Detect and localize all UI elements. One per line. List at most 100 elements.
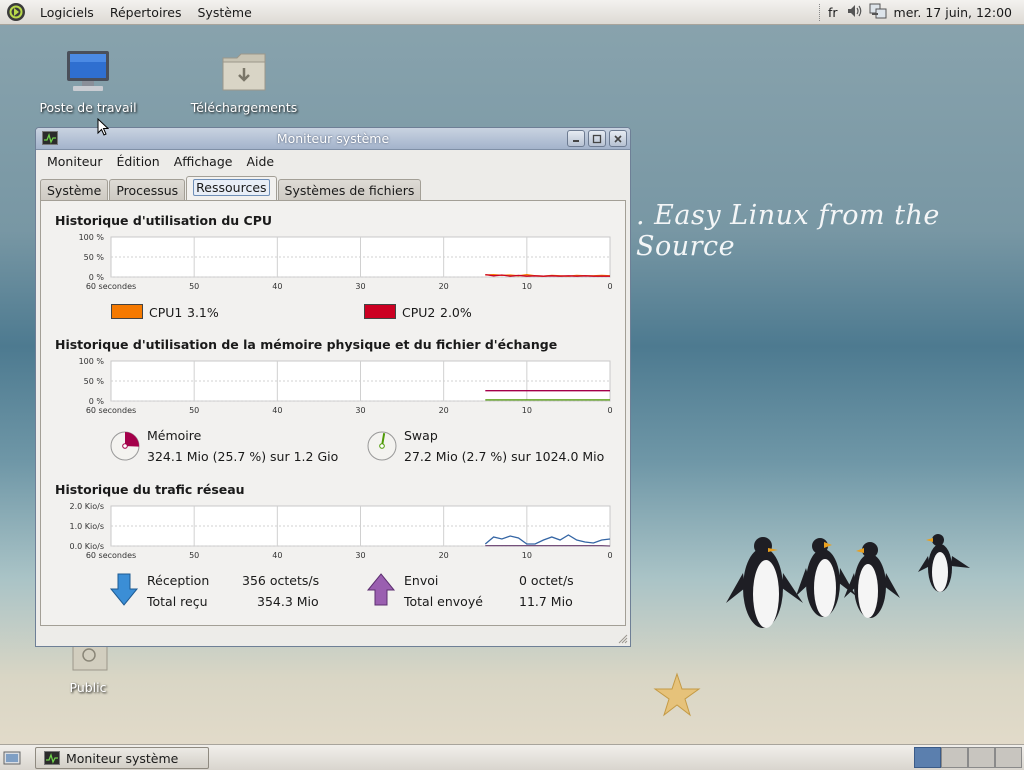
penguin-4	[918, 534, 970, 592]
y-tick-label: 0.0 Kio/s	[70, 542, 105, 551]
wallpaper-tagline: . Easy Linux from the Source	[636, 200, 940, 262]
rx-total-label: Total reçu	[147, 594, 208, 609]
cpu-section-title: Historique d'utilisation du CPU	[55, 213, 273, 228]
tab-systeme[interactable]: Système	[40, 179, 109, 201]
swap-label: Swap	[404, 428, 438, 443]
download-folder-icon	[222, 53, 266, 91]
top-panel: Logiciels Répertoires Système fr mer. 17…	[0, 0, 1024, 25]
bottom-panel: Moniteur système	[0, 744, 1024, 770]
desktop-icon-computer[interactable]: Poste de travail	[33, 48, 143, 115]
maximize-button[interactable]	[588, 130, 606, 147]
y-tick-label: 1.0 Kio/s	[70, 522, 105, 531]
y-tick-label: 50 %	[84, 377, 105, 386]
panel-tray: fr mer. 17 juin, 12:00	[819, 0, 1020, 25]
menu-affichage[interactable]: Affichage	[167, 154, 240, 169]
y-tick-label: 2.0 Kio/s	[70, 502, 105, 511]
x-tick-label: 30	[355, 406, 365, 415]
penguin-3	[844, 542, 900, 618]
close-button[interactable]	[609, 130, 627, 147]
panel-separator	[819, 4, 820, 21]
rx-total: 354.3 Mio	[257, 594, 319, 609]
y-tick-label: 0 %	[89, 273, 105, 282]
x-tick-label: 0	[607, 282, 612, 291]
y-tick-label: 100 %	[79, 357, 105, 366]
computer-icon	[67, 51, 109, 91]
x-tick-label: 50	[189, 551, 199, 560]
menu-logiciels[interactable]: Logiciels	[32, 0, 102, 25]
swap-pie-icon[interactable]	[366, 430, 398, 462]
x-tick-label: 10	[522, 551, 532, 560]
desktop-icon-downloads[interactable]: Téléchargements	[189, 48, 299, 115]
x-tick-label: 40	[272, 282, 282, 291]
cpu-history-graph: 100 % 50 % 0 %60 secondes 50 40 30 20 10 0	[79, 233, 613, 291]
rx-label: Réception	[147, 573, 210, 588]
x-tick-label: 50	[189, 406, 199, 415]
network-history-graph: 2.0 Kio/s 1.0 Kio/s 0.0 Kio/s60 secondes 50…	[70, 502, 613, 560]
download-arrow-icon[interactable]	[109, 573, 139, 607]
x-tick-label: 10	[522, 406, 532, 415]
window-statusbar	[36, 628, 630, 646]
upload-arrow-icon[interactable]	[366, 573, 396, 607]
penguins-illustration	[726, 534, 970, 628]
y-tick-label: 100 %	[79, 233, 105, 242]
starfish-illustration	[653, 672, 701, 717]
cpu2-color-swatch[interactable]	[364, 304, 396, 319]
menu-edition[interactable]: Édition	[109, 154, 166, 169]
tx-total: 11.7 Mio	[519, 594, 573, 609]
mouse-cursor-icon	[97, 118, 109, 136]
system-monitor-icon	[44, 751, 60, 765]
tab-bar: Système Processus Ressources Systèmes de…	[40, 176, 422, 201]
y-tick-label: 50 %	[84, 253, 105, 262]
workspace-2[interactable]	[941, 747, 968, 768]
menu-aide[interactable]: Aide	[239, 154, 281, 169]
desktop-icon-label: Poste de travail	[39, 100, 137, 115]
taskbar-button-label: Moniteur système	[66, 750, 179, 766]
memory-value: 324.1 Mio (25.7 %) sur 1.2 Gio	[147, 449, 339, 464]
x-tick-label: 20	[439, 406, 449, 415]
x-tick-label: 30	[355, 551, 365, 560]
tab-systemes-de-fichiers[interactable]: Systèmes de fichiers	[277, 179, 422, 201]
x-tick-label: 50	[189, 282, 199, 291]
x-tick-label: 20	[439, 551, 449, 560]
cpu2-label: CPU2	[402, 305, 436, 320]
show-desktop-icon[interactable]	[3, 749, 21, 770]
workspace-3[interactable]	[968, 747, 995, 768]
taskbar-button-system-monitor[interactable]: Moniteur système	[35, 747, 209, 769]
desktop-icon-label: Téléchargements	[190, 100, 298, 115]
x-tick-label: 0	[607, 406, 612, 415]
penguin-1	[726, 537, 803, 628]
tab-ressources[interactable]: Ressources	[186, 176, 277, 201]
x-tick-label: 40	[272, 406, 282, 415]
tx-label: Envoi	[404, 573, 439, 588]
resize-grip-icon[interactable]	[616, 632, 628, 644]
workspace-1[interactable]	[914, 747, 941, 768]
menu-systeme[interactable]: Système	[190, 0, 260, 25]
menu-repertoires[interactable]: Répertoires	[102, 0, 190, 25]
memory-history-graph: 100 % 50 % 0 %60 secondes 50 40 30 20 10 0	[79, 357, 613, 415]
window-titlebar[interactable]: Moniteur système	[36, 128, 630, 150]
memory-pie-icon[interactable]	[109, 430, 141, 462]
penguin-2	[796, 538, 856, 617]
distro-logo-icon[interactable]	[6, 2, 26, 22]
memory-label: Mémoire	[147, 428, 202, 443]
tx-rate: 0 octet/s	[519, 573, 574, 588]
cpu1-color-swatch[interactable]	[111, 304, 143, 319]
x-tick-label: 60 secondes	[86, 551, 136, 560]
clock[interactable]: mer. 17 juin, 12:00	[894, 5, 1012, 20]
system-monitor-window: Moniteur système Moniteur Édition Affich…	[35, 127, 631, 647]
x-tick-label: 60 secondes	[86, 282, 136, 291]
network-icon[interactable]	[868, 1, 888, 24]
x-tick-label: 10	[522, 282, 532, 291]
cpu2-value: 2.0%	[440, 305, 472, 320]
volume-icon[interactable]	[846, 2, 864, 23]
tab-processus[interactable]: Processus	[109, 179, 186, 201]
x-tick-label: 20	[439, 282, 449, 291]
memory-section-title: Historique d'utilisation de la mémoire p…	[55, 337, 558, 352]
keyboard-layout-indicator[interactable]: fr	[828, 5, 838, 20]
resources-page: Historique d'utilisation du CPU 100 % 50 …	[40, 200, 626, 626]
y-tick-label: 0 %	[89, 397, 105, 406]
workspace-4[interactable]	[995, 747, 1022, 768]
menu-moniteur[interactable]: Moniteur	[40, 154, 109, 169]
minimize-button[interactable]	[567, 130, 585, 147]
desktop-icon-label: Public	[69, 680, 107, 695]
